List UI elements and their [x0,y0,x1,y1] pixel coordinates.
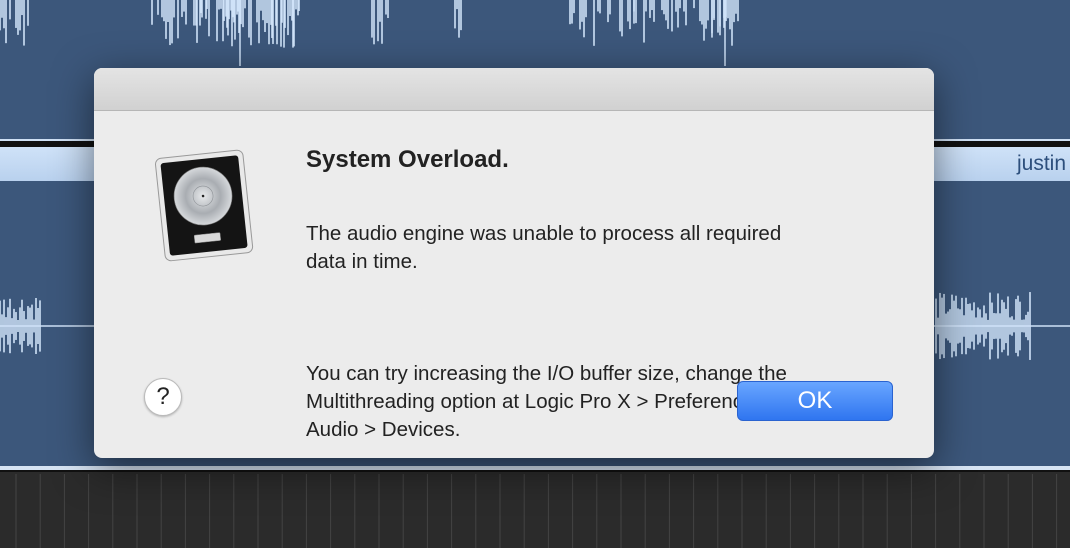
dialog-titlebar [94,68,934,111]
message-paragraph-1: The audio engine was unable to process a… [306,222,782,273]
dialog-title: System Overload. [306,146,509,173]
system-overload-dialog: System Overload. The audio engine was un… [94,68,934,458]
help-button[interactable]: ? [144,378,182,416]
ok-button[interactable]: OK [737,381,893,421]
logic-pro-app-icon [155,149,254,262]
